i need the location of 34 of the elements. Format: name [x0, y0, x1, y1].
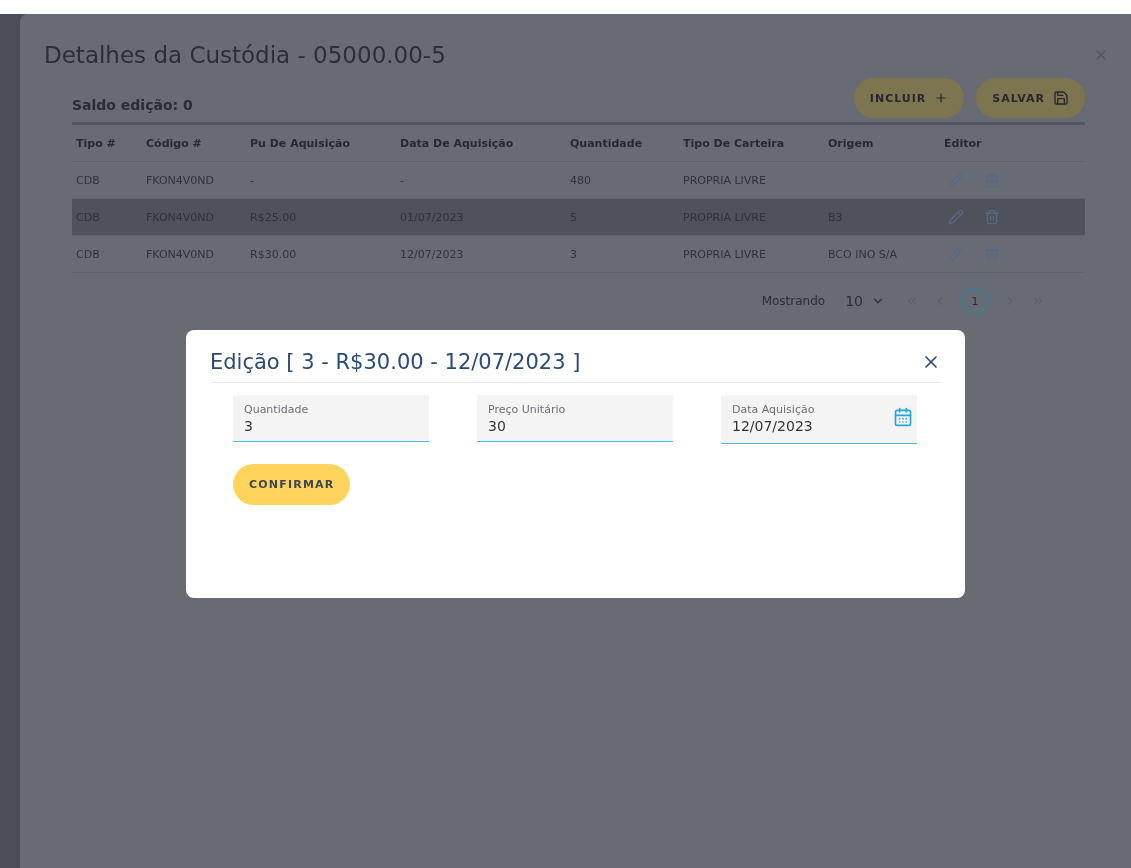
date-field[interactable]: Data Aquisição 12/07/2023: [721, 395, 917, 444]
field-label: Preço Unitário: [488, 403, 567, 416]
table-cell: 12/07/2023: [396, 236, 566, 273]
trash-icon[interactable]: [984, 209, 1000, 225]
column-header: Origem: [824, 125, 940, 162]
window-title: Detalhes da Custódia - 05000.00-5: [44, 42, 446, 68]
column-header: Tipo #: [72, 125, 142, 162]
input-field[interactable]: Preço Unitário 30: [477, 395, 673, 442]
dialog-title: Edição [ 3 - R$30.00 - 12/07/2023 ]: [210, 350, 581, 374]
table-cell: 3: [566, 236, 679, 273]
column-header: Quantidade: [566, 125, 679, 162]
save-icon: [1053, 90, 1069, 106]
table-cell: BCO INO S/A: [824, 236, 940, 273]
field-label: Data Aquisição: [732, 403, 816, 416]
calendar-icon[interactable]: [893, 407, 913, 427]
showing-label: Mostrando: [761, 294, 826, 308]
edit-icon[interactable]: [948, 209, 964, 225]
column-header: Data De Aquisição: [396, 125, 566, 162]
field-value[interactable]: 30: [488, 418, 628, 434]
input-field[interactable]: Quantidade 3: [233, 395, 429, 442]
field-value[interactable]: 12/07/2023: [732, 418, 872, 434]
field-value[interactable]: 3: [244, 418, 384, 434]
table-cell: FKON4V0ND: [142, 236, 246, 273]
plus-icon: [934, 91, 949, 105]
column-header: Tipo De Carteira: [679, 125, 824, 162]
table-cell: R$30.00: [246, 236, 396, 273]
column-header: Código #: [142, 125, 246, 162]
table-cell: CDB: [72, 236, 142, 273]
column-header: Pu De Aquisição: [246, 125, 396, 162]
column-header: Editor: [940, 125, 1085, 162]
field-label: Quantidade: [244, 403, 310, 416]
confirm-button[interactable]: CONFIRMAR: [233, 464, 351, 505]
balance-label: Saldo edição: 0: [72, 96, 193, 113]
table-cell: PROPRIA LIVRE: [679, 236, 824, 273]
